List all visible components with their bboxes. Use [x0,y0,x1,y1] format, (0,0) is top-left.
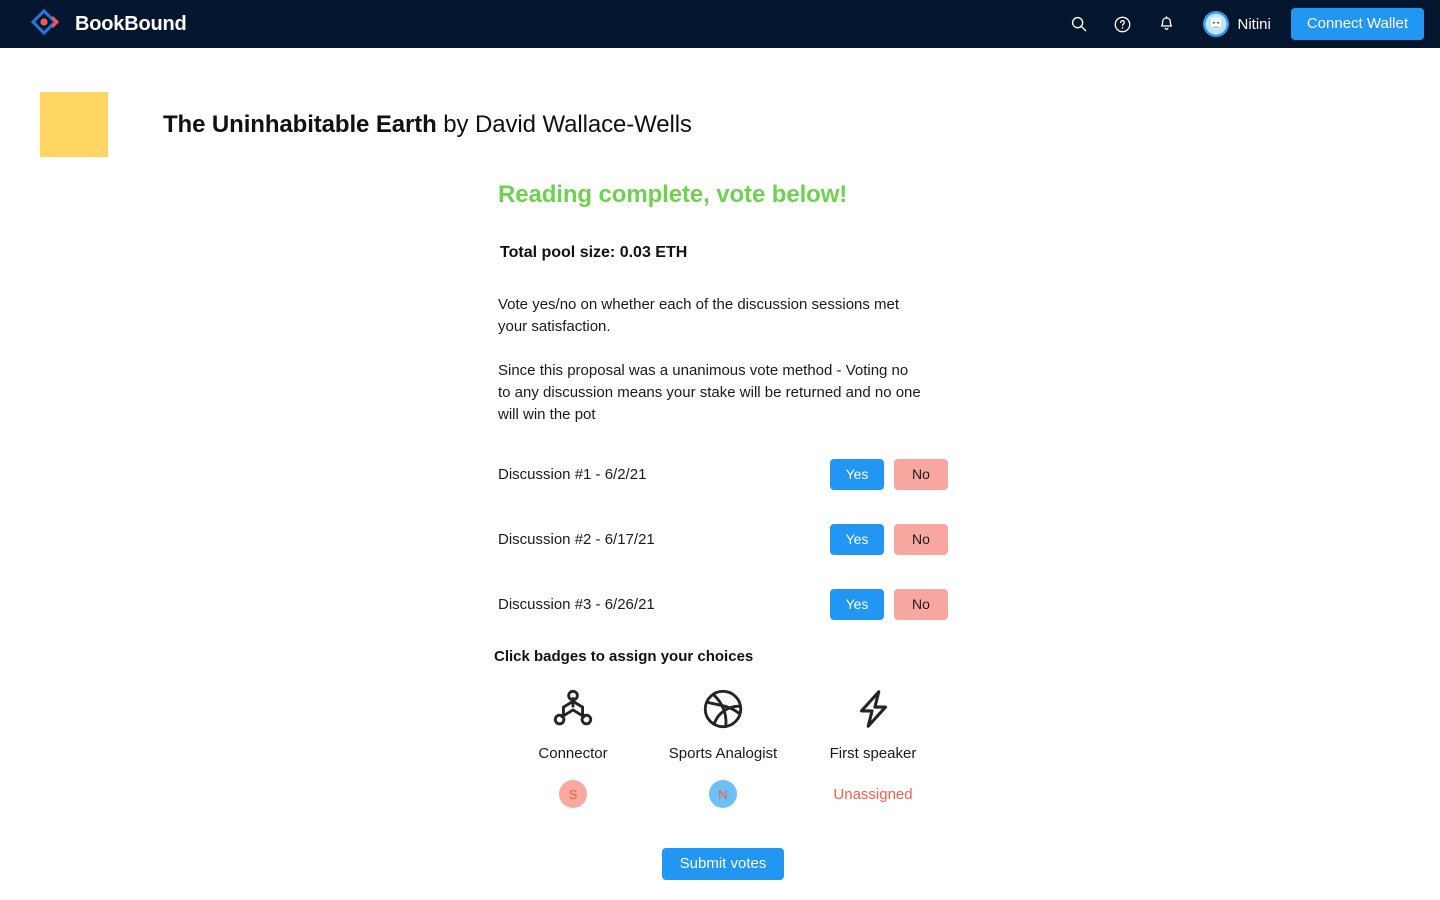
badge-label: Sports Analogist [668,745,778,763]
discussion-label: Discussion #2 - 6/17/21 [498,531,655,549]
basketball-icon[interactable] [698,684,748,734]
search-button[interactable] [1057,2,1101,46]
badge-assignment: N [709,780,737,809]
discussion-1-no-button[interactable]: No [894,459,948,491]
vote-status-heading: Reading complete, vote below! [498,181,848,208]
discussion-3-yes-button[interactable]: Yes [830,589,884,621]
avatar [1202,11,1229,37]
book-header: The Uninhabitable Earth by David Wallace… [0,48,1440,157]
assignee-initial-badge[interactable]: N [709,780,737,809]
badge-assignment: Unassigned [833,780,912,808]
discussion-row: Discussion #1 - 6/2/21 Yes No [498,455,948,495]
badge-assignment: S [559,780,587,809]
badge-label: First speaker [829,745,917,763]
badge-label: Connector [538,745,608,763]
unassigned-label[interactable]: Unassigned [833,787,912,802]
brand-name-label: BookBound [75,13,187,35]
discussion-1-yes-button[interactable]: Yes [830,459,884,491]
badge-connector: Connector S [498,684,648,809]
badge-sports-analogist: Sports Analogist N [648,684,798,809]
discussion-vote-list: Discussion #1 - 6/2/21 Yes No Discussion… [498,455,948,625]
discussion-2-yes-button[interactable]: Yes [830,524,884,556]
bookbound-diamond-logo-icon [30,8,62,40]
submit-votes-button[interactable]: Submit votes [661,848,785,881]
vote-unanimous-note-paragraph: Since this proposal was a unanimous vote… [498,361,921,423]
vote-button-group: Yes No [830,459,948,491]
notifications-button[interactable] [1145,2,1189,46]
badge-first-speaker: First speaker Unassigned [798,684,948,808]
discussion-label: Discussion #3 - 6/26/21 [498,596,655,614]
discussion-3-no-button[interactable]: No [894,589,948,621]
search-icon [1070,15,1088,33]
user-menu[interactable]: Nitini [1202,11,1271,37]
discussion-row: Discussion #2 - 6/17/21 Yes No [498,520,948,560]
discussion-row: Discussion #3 - 6/26/21 Yes No [498,585,948,625]
vote-panel: Reading complete, vote below! Total pool… [494,157,948,881]
lightning-bolt-icon[interactable] [848,684,898,734]
help-button[interactable] [1101,2,1145,46]
top-navigation-bar: BookBound Nitini Connect Wallet [0,0,1440,48]
discussion-label: Discussion #1 - 6/2/21 [498,466,647,484]
book-cover-thumbnail [40,92,108,157]
bell-icon [1157,15,1176,34]
book-author-text: by David Wallace-Wells [436,110,692,138]
discussion-2-no-button[interactable]: No [894,524,948,556]
vote-button-group: Yes No [830,589,948,621]
vote-instructions-paragraph: Vote yes/no on whether each of the discu… [498,295,900,335]
page-title: The Uninhabitable Earth by David Wallace… [163,111,692,139]
badges-section-title: Click badges to assign your choices [494,647,754,665]
book-title-text: The Uninhabitable Earth [163,110,437,138]
badges-row: Connector S Sports Analogist N First spe… [498,684,948,809]
help-circle-icon [1113,15,1132,34]
connect-wallet-button[interactable]: Connect Wallet [1290,8,1424,40]
vote-button-group: Yes No [830,524,948,556]
submit-votes-wrapper: Submit votes [498,848,948,881]
molecule-connector-icon[interactable] [548,684,598,734]
assignee-initial-badge[interactable]: S [559,780,587,809]
total-pool-size-label: Total pool size: 0.03 ETH [500,244,688,262]
nav-right-group: Nitini Connect Wallet [1057,2,1424,46]
user-name-label: Nitini [1237,15,1271,33]
brand-home-link[interactable]: BookBound [30,8,187,40]
